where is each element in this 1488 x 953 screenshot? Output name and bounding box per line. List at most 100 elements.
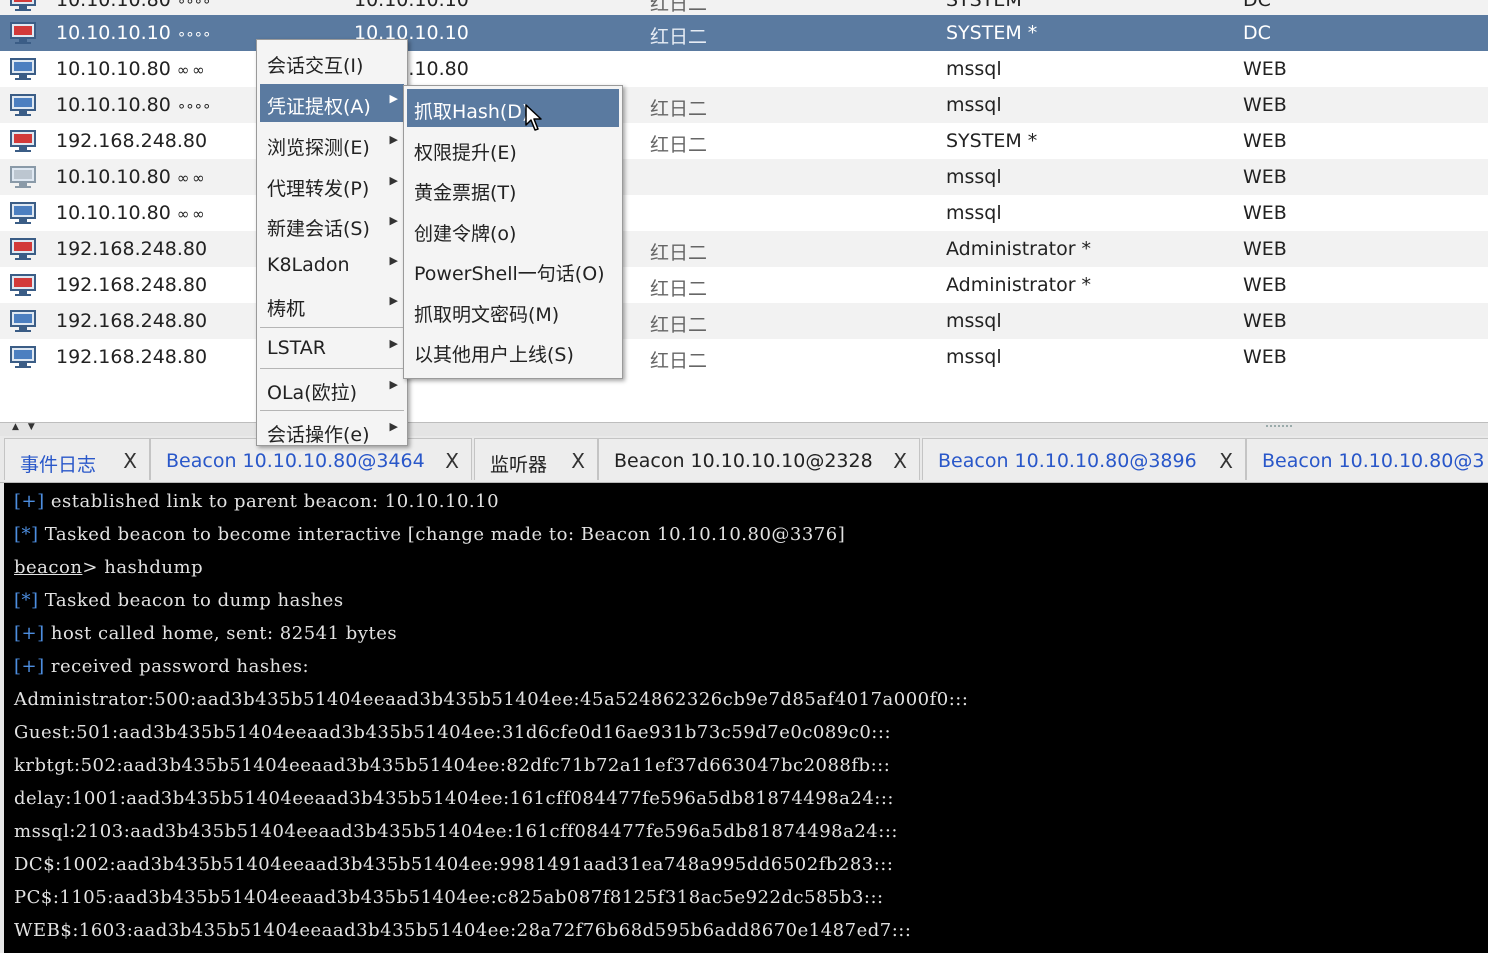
internal-ip: 10.10.10.10 xyxy=(354,0,469,11)
collapse-arrows-icon[interactable]: ▲▼ xyxy=(12,422,44,432)
console-line: [+] established link to parent beacon: 1… xyxy=(14,491,499,512)
submenu-arrow-icon: ▶ xyxy=(389,133,398,146)
computer-name: WEB xyxy=(1243,238,1287,260)
console-text: Tasked beacon to dump hashes xyxy=(38,590,344,611)
external-ip: 192.168.248.80 xyxy=(56,238,208,260)
menu-item[interactable]: 代理转发(P) ▶ xyxy=(260,166,404,204)
table-row[interactable]: 10.10.10.80∞ ∞10.10.10.80mssqlWEB xyxy=(0,195,1488,231)
table-row[interactable]: 192.168.248.8010.10.10.80红日二Administrato… xyxy=(0,231,1488,267)
console-text: mssql:2103:aad3b435b51404eeaad3b435b5140… xyxy=(14,821,898,842)
console-prompt: beacon xyxy=(14,557,83,578)
menu-item-label: 权限提升(E) xyxy=(414,141,517,164)
submenu-arrow-icon: ▶ xyxy=(389,92,398,105)
submenu-item[interactable]: 抓取Hash(D) xyxy=(407,89,619,127)
menu-item-label: 代理转发(P) xyxy=(267,178,370,200)
table-row[interactable]: 10.10.10.10 ∘∘∘∘ 10.10.10.10 红日二 SYSTEM * DC xyxy=(0,15,1488,51)
table-row[interactable]: 192.168.248.8010.10.10.80红日二mssqlWEB xyxy=(0,303,1488,339)
external-ip: 192.168.248.80 xyxy=(56,310,208,332)
console-text: WEB$:1603:aad3b435b51404eeaad3b435b51404… xyxy=(14,920,912,941)
menu-item[interactable]: 会话交互(I) xyxy=(260,43,404,81)
menu-item-label: 抓取Hash(D) xyxy=(414,101,530,123)
console-line: WEB$:1603:aad3b435b51404eeaad3b435b51404… xyxy=(14,920,911,941)
close-icon[interactable]: X xyxy=(1219,449,1233,473)
account-name: SYSTEM xyxy=(946,0,1022,11)
table-row[interactable]: 192.168.248.8010.10.10.80红日二Administrato… xyxy=(0,267,1488,303)
menu-item-label: 会话操作(e) xyxy=(267,424,370,446)
computer-name: WEB xyxy=(1243,346,1287,368)
table-row[interactable]: 192.168.248.8010.10.10.80红日二mssqlWEB xyxy=(0,339,1488,375)
external-ip: 10.10.10.80 ∘∘∘∘ xyxy=(56,94,211,116)
console-text: Guest:501:aad3b435b51404eeaad3b435b51404… xyxy=(14,722,892,743)
menu-item[interactable]: 新建会话(S) ▶ xyxy=(260,206,404,244)
tab-label: Beacon 10.10.10.80@3464 xyxy=(166,450,425,472)
user-name: 红日二 xyxy=(650,26,708,48)
console-text: PC$:1105:aad3b435b51404eeaad3b435b51404e… xyxy=(14,887,884,908)
submenu-item[interactable]: PowerShell一句话(O) xyxy=(407,251,619,289)
console-line: [+] received password hashes: xyxy=(14,656,309,677)
pane-splitter[interactable]: ▲▼ xyxy=(0,422,1488,437)
submenu-item[interactable]: 权限提升(E) xyxy=(407,130,619,168)
submenu-item[interactable]: 黄金票据(T) xyxy=(407,170,619,208)
menu-item-label: OLa(欧拉) xyxy=(267,382,358,404)
account-name: Administrator * xyxy=(946,274,1092,296)
account-name: mssql xyxy=(946,202,1002,224)
tab[interactable]: Beacon 10.10.10.80@3896 X xyxy=(922,438,1246,480)
external-ip: 192.168.248.80 xyxy=(56,274,208,296)
account-name: mssql xyxy=(946,94,1002,116)
menu-item-label: 浏览探测(E) xyxy=(267,137,370,159)
session-context-menu: 会话交互(I) 凭证提权(A) ▶ 浏览探测(E) ▶ 代理转发(P) ▶ 新建会话(S) ▶ K… xyxy=(256,39,408,446)
beacon-console[interactable]: [+] established link to parent beacon: 1… xyxy=(4,483,1488,953)
tab[interactable]: 监听器 X xyxy=(474,438,598,480)
submenu-arrow-icon: ▶ xyxy=(389,254,398,267)
tab-label: Beacon 10.10.10.80@3896 xyxy=(938,450,1197,472)
menu-item[interactable]: 浏览探测(E) ▶ xyxy=(260,125,404,163)
external-ip: 10.10.10.10 ∘∘∘∘ xyxy=(56,22,211,44)
console-line: DC$:1002:aad3b435b51404eeaad3b435b51404e… xyxy=(14,854,893,875)
computer-name: WEB xyxy=(1243,94,1287,116)
table-row[interactable]: 192.168.248.8010.10.10.80红日二SYSTEM *WEB xyxy=(0,123,1488,159)
external-ip: 10.10.10.80 ∘∘∘∘ xyxy=(56,0,211,11)
menu-separator xyxy=(260,327,404,328)
user-name: 红日二 xyxy=(650,278,708,300)
close-icon[interactable]: X xyxy=(571,449,585,473)
account-name: mssql xyxy=(946,346,1002,368)
tab[interactable]: Beacon 10.10.10.10@2328 X xyxy=(598,438,920,480)
menu-item[interactable]: 梼杌 ▶ xyxy=(260,286,404,324)
monitor-blue-icon xyxy=(10,58,36,80)
submenu-item[interactable]: 以其他用户上线(S) xyxy=(407,332,619,370)
menu-item-label: 新建会话(S) xyxy=(267,218,370,240)
console-line: [*] Tasked beacon to become interactive … xyxy=(14,524,845,545)
external-ip: 10.10.10.80 ∞ ∞ xyxy=(56,58,205,80)
submenu-item[interactable]: 创建令牌(o) xyxy=(407,211,619,249)
tab-label: 监听器 xyxy=(490,454,548,476)
table-row[interactable]: 10.10.10.80∘∘∘∘10.10.10.80红日二mssqlWEB xyxy=(0,87,1488,123)
monitor-red-icon xyxy=(10,22,36,44)
table-row[interactable]: 10.10.10.80∞ ∞10.10.10.80mssqlWEB xyxy=(0,159,1488,195)
menu-item-label: 抓取明文密码(M) xyxy=(414,303,560,326)
menu-item-label: K8Ladon xyxy=(267,254,350,276)
menu-item[interactable]: LSTAR ▶ xyxy=(260,329,404,367)
tab[interactable]: 事件日志 X xyxy=(4,438,150,480)
table-row[interactable]: 10.10.10.80∞ ∞10.10.10.80mssqlWEB xyxy=(0,51,1488,87)
menu-item[interactable]: 凭证提权(A) ▶ xyxy=(260,84,404,122)
menu-item-label: PowerShell一句话(O) xyxy=(414,263,605,285)
console-text: krbtgt:502:aad3b435b51404eeaad3b435b5140… xyxy=(14,755,891,776)
status-prefix: [+] xyxy=(14,656,45,677)
status-prefix: [*] xyxy=(14,590,39,611)
splitter-grip-icon[interactable] xyxy=(1266,425,1292,433)
tab-label: Beacon 10.10.10.80@3 xyxy=(1262,450,1485,472)
submenu-item[interactable]: 抓取明文密码(M) xyxy=(407,292,619,330)
account-name: mssql xyxy=(946,310,1002,332)
tab[interactable]: Beacon 10.10.10.80@3 xyxy=(1246,438,1488,480)
tab-label: 事件日志 xyxy=(20,454,97,476)
menu-item[interactable]: 会话操作(e) ▶ xyxy=(260,412,404,450)
menu-item[interactable]: K8Ladon ▶ xyxy=(260,246,404,284)
external-ip: 192.168.248.80 xyxy=(56,130,208,152)
menu-item[interactable]: OLa(欧拉) ▶ xyxy=(260,370,404,408)
close-icon[interactable]: X xyxy=(445,449,459,473)
menu-item-label: 凭证提权(A) xyxy=(267,96,371,118)
tab-label: Beacon 10.10.10.10@2328 xyxy=(614,450,873,472)
close-icon[interactable]: X xyxy=(123,449,137,473)
close-icon[interactable]: X xyxy=(893,449,907,473)
console-line: [+] host called home, sent: 82541 bytes xyxy=(14,623,397,644)
